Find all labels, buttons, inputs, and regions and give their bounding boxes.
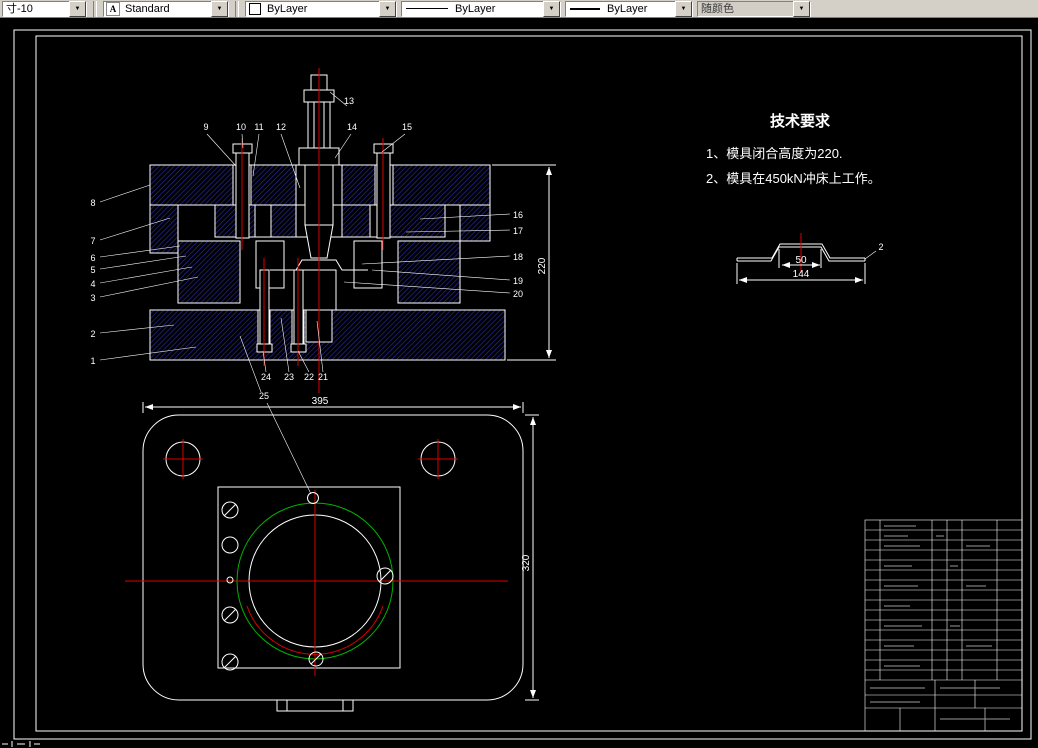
part-label: 4 bbox=[90, 279, 95, 289]
part-label: 1 bbox=[90, 356, 95, 366]
tech-requirements-note[interactable]: 技术要求 1、模具闭合高度为220. 2、模具在450kN冲床上工作。 bbox=[706, 112, 881, 186]
part-label: 19 bbox=[513, 276, 523, 286]
plot-style-dropdown-button: ▼ bbox=[793, 0, 810, 17]
dim-220: 220 bbox=[537, 257, 548, 274]
lineweight-value: ByLayer bbox=[607, 2, 648, 15]
dim-395: 395 bbox=[312, 396, 329, 407]
lineweight-dropdown-button[interactable]: ▼ bbox=[675, 0, 692, 17]
part-label: 11 bbox=[254, 122, 263, 132]
part-label: 21 bbox=[318, 372, 328, 382]
part-label: 20 bbox=[513, 289, 523, 299]
part-label: 12 bbox=[276, 122, 286, 132]
lineweight-combo[interactable]: ByLayer ▼ bbox=[565, 0, 693, 17]
part-label: 6 bbox=[90, 253, 95, 263]
part-label: 7 bbox=[90, 236, 95, 246]
color-swatch-icon bbox=[249, 2, 261, 15]
linetype-value: ByLayer bbox=[455, 2, 496, 15]
linetype-sample-icon bbox=[406, 8, 448, 9]
text-style-value: Standard bbox=[125, 2, 170, 15]
part-label: 17 bbox=[513, 226, 523, 236]
text-style-dropdown-button[interactable]: ▼ bbox=[211, 0, 228, 17]
section-view[interactable]: 2 20 9 10 11 12 13 14 15 8 7 6 5 4 3 2 1 … bbox=[90, 68, 556, 495]
color-value: ByLayer bbox=[267, 2, 308, 15]
plot-style-combo: 随颜色 ▼ bbox=[697, 0, 811, 17]
tech-requirements-title: 技术要求 bbox=[770, 112, 831, 130]
tech-requirement-2: 2、模具在450kN冲床上工作。 bbox=[706, 171, 881, 186]
dim-144: 144 bbox=[793, 269, 810, 280]
part-label: 5 bbox=[90, 265, 95, 275]
text-style-icon: A bbox=[106, 1, 120, 16]
part-label: 8 bbox=[90, 198, 95, 208]
properties-toolbar: 寸-10 ▼ A Standard ▼ ByLayer ▼ ByLayer ▼ … bbox=[0, 0, 1038, 18]
dim-320: 320 bbox=[521, 554, 532, 571]
part-label: 14 bbox=[347, 122, 357, 132]
part-label: 23 bbox=[284, 372, 294, 382]
part-profile-view[interactable]: 50 144 2 bbox=[736, 233, 884, 284]
part-label: 22 bbox=[304, 372, 314, 382]
part-label: 15 bbox=[402, 122, 412, 132]
cad-application-window: 寸-10 ▼ A Standard ▼ ByLayer ▼ ByLayer ▼ … bbox=[0, 0, 1038, 748]
drawing-canvas-svg[interactable]: 2 20 9 10 11 12 13 14 15 8 7 6 5 4 3 2 1 … bbox=[0, 18, 1038, 748]
dim-2: 2 bbox=[878, 242, 883, 252]
screen-artifacts bbox=[2, 741, 40, 747]
model-space-canvas[interactable]: 2 20 9 10 11 12 13 14 15 8 7 6 5 4 3 2 1 … bbox=[0, 18, 1038, 748]
tech-requirement-1: 1、模具闭合高度为220. bbox=[706, 146, 843, 161]
part-label: 18 bbox=[513, 252, 523, 262]
lineweight-sample-icon bbox=[570, 7, 600, 10]
dim-style-dropdown-button[interactable]: ▼ bbox=[69, 0, 86, 17]
part-label: 9 bbox=[203, 122, 208, 132]
linetype-dropdown-button[interactable]: ▼ bbox=[543, 0, 560, 17]
color-control-combo[interactable]: ByLayer ▼ bbox=[245, 0, 397, 17]
linetype-combo[interactable]: ByLayer ▼ bbox=[401, 0, 561, 17]
title-block[interactable] bbox=[864, 519, 1023, 732]
toolbar-separator bbox=[235, 0, 239, 17]
part-label: 13 bbox=[344, 96, 354, 106]
plan-view[interactable]: 395 320 25 bbox=[125, 391, 539, 712]
dim-style-value: 寸-10 bbox=[6, 2, 33, 15]
dim-style-combo[interactable]: 寸-10 ▼ bbox=[2, 0, 87, 17]
part-label: 16 bbox=[513, 210, 523, 220]
toolbar-separator bbox=[93, 0, 97, 17]
text-style-combo[interactable]: A Standard ▼ bbox=[103, 0, 229, 17]
part-label: 2 bbox=[90, 329, 95, 339]
part-label: 24 bbox=[261, 372, 271, 382]
part-label-25: 25 bbox=[259, 391, 269, 401]
plot-style-value: 随颜色 bbox=[701, 2, 734, 15]
color-dropdown-button[interactable]: ▼ bbox=[379, 0, 396, 17]
illegible-text-marks bbox=[870, 525, 1010, 720]
part-label: 10 bbox=[236, 122, 246, 132]
dim-50: 50 bbox=[795, 255, 807, 266]
part-label: 3 bbox=[90, 293, 95, 303]
